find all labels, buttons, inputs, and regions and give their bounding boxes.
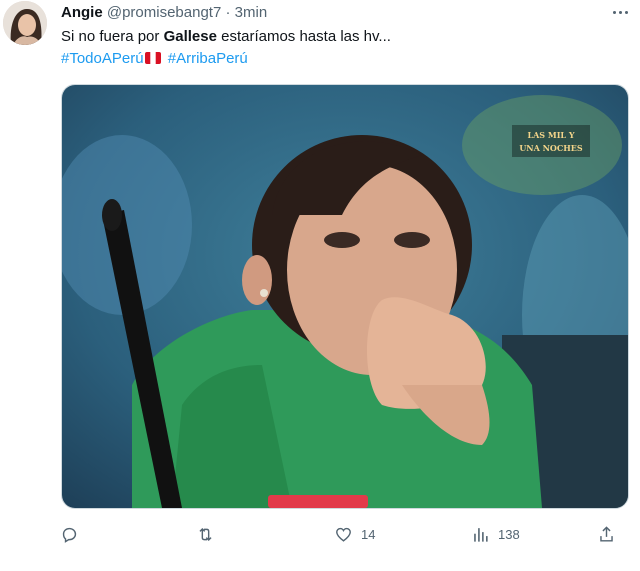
retweet-icon [199, 527, 212, 542]
share-button[interactable] [597, 525, 616, 544]
reply-icon [62, 527, 77, 543]
avatar[interactable] [3, 1, 47, 45]
watermark-line1: LAS MIL Y [527, 130, 574, 140]
like-count: 14 [361, 527, 376, 542]
hashtag-todoaperu[interactable]: #TodoAPerú [61, 50, 144, 67]
heart-icon [336, 527, 351, 542]
tweet-text-end: estaríamos hasta las hv... [216, 28, 391, 45]
analytics-icon [474, 528, 488, 542]
views-count: 138 [498, 527, 520, 542]
peru-flag-icon [144, 52, 161, 64]
retweet-button[interactable] [196, 525, 215, 544]
tweet-image[interactable]: LAS MIL Y UNA NOCHES [61, 84, 629, 509]
reply-button[interactable] [60, 525, 79, 544]
tweet-actions: 14 138 [0, 521, 640, 551]
separator-dot: · [225, 4, 231, 21]
tweet-text-start: Si no fuera por [61, 28, 164, 45]
like-button[interactable]: 14 [334, 525, 375, 544]
watermark-line2: UNA NOCHES [519, 143, 583, 153]
author-name[interactable]: Angie [61, 4, 103, 21]
author-handle[interactable]: @promisebangt7 [107, 4, 221, 21]
hashtag-arribaperu[interactable]: #ArribaPerú [168, 50, 248, 67]
tweet-text: Si no fuera por Gallese estaríamos hasta… [61, 27, 391, 47]
views-button[interactable]: 138 [471, 525, 520, 544]
tweet-timestamp[interactable]: 3min [235, 4, 268, 21]
tweet-header: Angie @promisebangt7 · 3min [61, 3, 267, 23]
hashtags: #TodoAPerú #ArribaPerú [61, 49, 248, 69]
tweet-text-bold: Gallese [163, 28, 217, 45]
share-icon [600, 526, 613, 542]
more-options-icon[interactable] [608, 2, 632, 22]
